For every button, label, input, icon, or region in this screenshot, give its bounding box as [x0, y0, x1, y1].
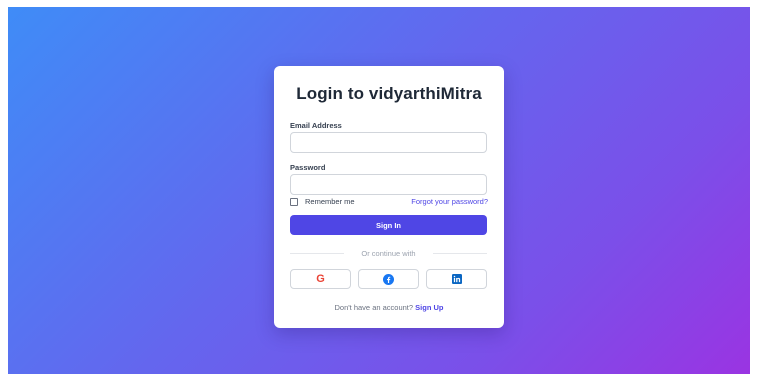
google-login-button[interactable]: G	[290, 269, 351, 289]
signup-prompt-text: Don't have an account?	[334, 303, 414, 312]
divider-line-right	[433, 253, 487, 254]
forgot-password-link[interactable]: Forgot your password?	[411, 197, 488, 206]
sign-up-link[interactable]: Sign Up	[415, 303, 443, 312]
social-divider: Or continue with	[290, 249, 487, 259]
facebook-login-button[interactable]	[358, 269, 419, 289]
password-label: Password	[290, 163, 326, 172]
login-card: Login to vidyarthiMitra Email Address Pa…	[274, 66, 504, 328]
social-login-row: G	[290, 269, 487, 289]
facebook-icon	[383, 273, 394, 285]
linkedin-icon	[451, 274, 462, 284]
signup-prompt: Don't have an account? Sign Up	[274, 303, 504, 312]
password-field[interactable]	[290, 174, 487, 195]
sign-in-button[interactable]: Sign In	[290, 215, 487, 235]
page-background: Login to vidyarthiMitra Email Address Pa…	[8, 7, 750, 374]
remember-me-checkbox[interactable]	[290, 197, 298, 206]
page-title: Login to vidyarthiMitra	[296, 84, 482, 103]
email-label: Email Address	[290, 121, 342, 130]
linkedin-login-button[interactable]	[426, 269, 487, 289]
remember-me-label[interactable]: Remember me	[305, 197, 355, 206]
google-icon: G	[316, 272, 325, 285]
remember-me-row[interactable]: Remember me	[290, 197, 355, 206]
email-field[interactable]	[290, 132, 487, 153]
